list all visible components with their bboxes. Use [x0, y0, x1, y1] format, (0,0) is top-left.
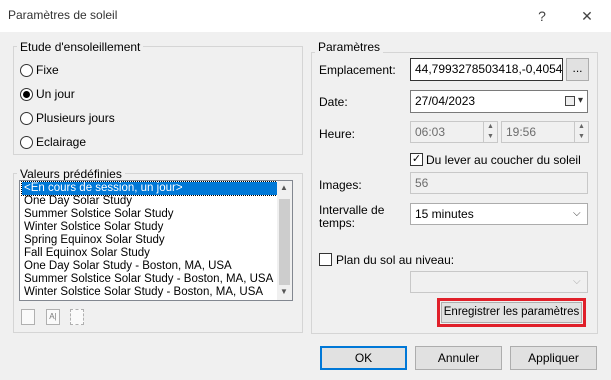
scroll-down-icon[interactable]: ▼ — [280, 287, 288, 296]
location-label: Emplacement: — [319, 63, 396, 77]
window-title: Paramètres de soleil — [8, 8, 118, 22]
location-field[interactable]: 44,7993278503418,-0,40546 — [410, 58, 563, 81]
delete-icon[interactable] — [70, 309, 84, 325]
preset-item[interactable]: Spring Equinox Solar Study — [22, 234, 277, 247]
duplicate-icon[interactable] — [21, 309, 35, 325]
preset-item[interactable]: One Day Solar Study — [22, 195, 277, 208]
radio-un-jour[interactable] — [20, 88, 33, 101]
radio-plusieurs-jours-label[interactable]: Plusieurs jours — [36, 111, 115, 125]
close-button[interactable]: ✕ — [577, 6, 597, 26]
presets-listbox[interactable]: <En cours de session, un jour> One Day S… — [19, 180, 293, 301]
preset-item[interactable]: Summer Solstice Solar Study — [22, 208, 277, 221]
cancel-button[interactable]: Annuler — [415, 346, 502, 370]
date-label: Date: — [319, 95, 348, 109]
preset-item[interactable]: Fall Equinox Solar Study — [22, 247, 277, 260]
images-field: 56 — [410, 172, 588, 194]
time-start-spinner: ▲ ▼ — [483, 122, 497, 142]
chevron-down-icon: ⌵ — [573, 276, 581, 287]
radio-eclairage[interactable] — [20, 136, 33, 149]
study-legend: Etude d'ensoleillement — [17, 40, 144, 54]
scroll-thumb[interactable] — [279, 199, 290, 285]
params-legend: Paramètres — [315, 40, 384, 54]
interval-label: Intervalle de temps: — [319, 203, 385, 230]
presets-scrollbar[interactable]: ▲ ▼ — [277, 181, 292, 300]
preset-item[interactable]: Summer Solstice Solar Study - Boston, MA… — [22, 273, 277, 286]
sunrise-label[interactable]: Du lever au coucher du soleil — [426, 153, 581, 167]
radio-fixe[interactable] — [20, 64, 33, 77]
ground-dropdown: ⌵ — [410, 271, 588, 293]
scroll-up-icon[interactable]: ▲ — [280, 183, 288, 192]
radio-plusieurs-jours[interactable] — [20, 112, 33, 125]
time-start-field: 06:03 ▲ ▼ — [410, 121, 498, 143]
radio-un-jour-label[interactable]: Un jour — [36, 87, 75, 101]
radio-eclairage-label[interactable]: Eclairage — [36, 135, 86, 149]
time-start-value: 06:03 — [415, 125, 446, 139]
ok-button[interactable]: OK — [320, 346, 407, 370]
chevron-down-icon: ⌵ — [573, 208, 581, 219]
date-value: 27/04/2023 — [415, 94, 476, 108]
time-end-field: 19:56 ▲ ▼ — [501, 121, 589, 143]
interval-value: 15 minutes — [415, 207, 474, 221]
ground-label[interactable]: Plan du sol au niveau: — [336, 253, 454, 267]
help-button[interactable]: ? — [532, 6, 552, 26]
date-field[interactable]: 27/04/2023 ▾ — [410, 90, 588, 113]
location-browse-button[interactable]: ... — [566, 58, 589, 81]
calendar-icon[interactable]: ▾ — [561, 91, 587, 112]
sunrise-checkbox[interactable]: ✓ — [410, 153, 423, 166]
images-label: Images: — [319, 178, 362, 192]
presets-legend: Valeurs prédéfinies — [17, 167, 125, 181]
preset-item[interactable]: Winter Solstice Solar Study - Boston, MA… — [22, 286, 277, 299]
close-icon: ✕ — [581, 8, 593, 24]
interval-dropdown[interactable]: 15 minutes ⌵ — [410, 203, 588, 225]
radio-fixe-label[interactable]: Fixe — [36, 63, 59, 77]
preset-item[interactable]: <En cours de session, un jour> — [21, 181, 278, 196]
preset-item[interactable]: Winter Solstice Solar Study — [22, 221, 277, 234]
time-end-spinner: ▲ ▼ — [574, 122, 588, 142]
preset-item[interactable]: One Day Solar Study - Boston, MA, USA — [22, 260, 277, 273]
save-settings-button[interactable]: Enregistrer les paramètres — [441, 302, 582, 323]
ground-checkbox[interactable] — [319, 253, 332, 266]
rename-icon[interactable]: A| — [46, 309, 60, 325]
apply-button[interactable]: Appliquer — [510, 346, 597, 370]
time-end-value: 19:56 — [506, 125, 537, 139]
time-label: Heure: — [319, 127, 356, 141]
